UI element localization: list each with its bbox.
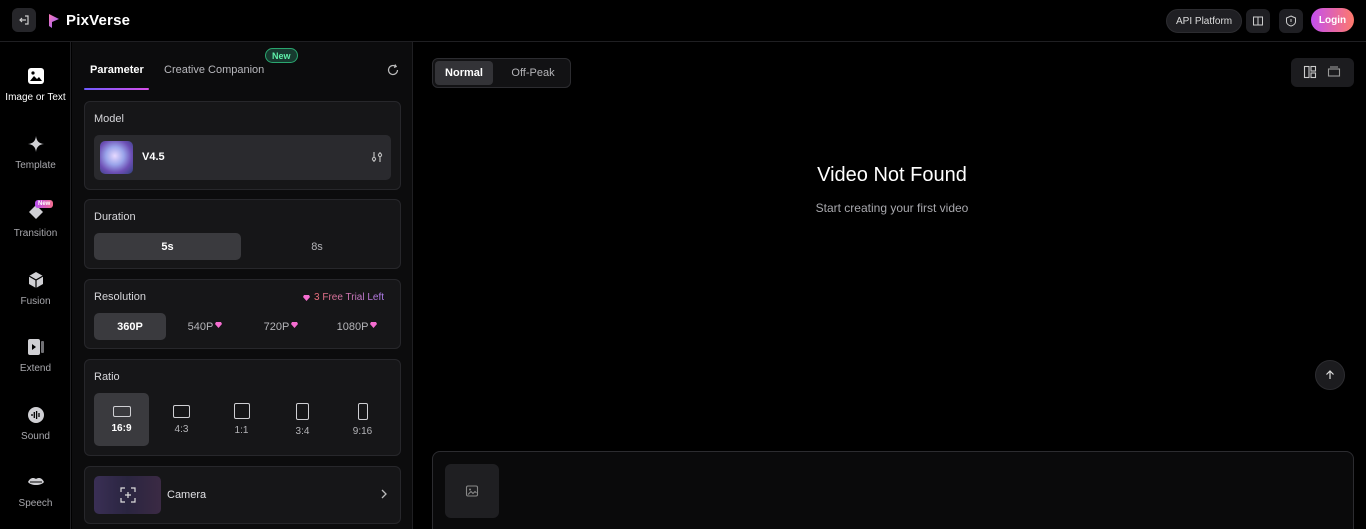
- ratio-9-16-icon: [357, 402, 368, 420]
- new-badge: New: [35, 200, 54, 208]
- extend-icon: [26, 337, 46, 357]
- gem-icon: [303, 294, 310, 301]
- ratio-option-3-4[interactable]: 3:4: [275, 393, 330, 446]
- mode-switch: Normal Off-Peak: [432, 58, 571, 88]
- resolution-option-720p[interactable]: 720P: [244, 313, 318, 340]
- gem-icon: [370, 321, 378, 328]
- list-layout-icon[interactable]: [1327, 65, 1341, 79]
- tab-parameter[interactable]: Parameter: [90, 64, 144, 76]
- panel-tabs: Parameter Creative Companion New: [72, 42, 413, 90]
- duration-option-5s[interactable]: 5s: [94, 233, 241, 260]
- active-tab-indicator: [84, 88, 149, 90]
- support-button[interactable]: [1279, 9, 1303, 33]
- camera-card[interactable]: Camera: [84, 466, 401, 524]
- ratio-option-9-16[interactable]: 9:16: [335, 393, 390, 446]
- shield-icon: [1286, 15, 1296, 27]
- resolution-option-1080p[interactable]: 1080P: [320, 313, 394, 340]
- nav-item-sound[interactable]: Sound: [0, 405, 71, 455]
- nav-item-speech[interactable]: Speech: [0, 472, 71, 522]
- focus-icon: [119, 487, 136, 503]
- model-card: Model V4.5: [84, 101, 401, 190]
- chevron-right-icon: [381, 489, 387, 499]
- sound-icon: [26, 405, 46, 425]
- docs-button[interactable]: [1246, 9, 1270, 33]
- nav-item-extend[interactable]: Extend: [0, 337, 71, 387]
- lips-icon: [26, 472, 46, 492]
- camera-thumbnail: [94, 476, 161, 514]
- grid-layout-icon[interactable]: [1303, 65, 1317, 79]
- ratio-4-3-icon: [173, 404, 190, 418]
- top-bar: PixVerse API Platform Login: [0, 0, 1366, 42]
- tab-creative-companion[interactable]: Creative Companion: [164, 64, 264, 76]
- gem-icon: [215, 321, 223, 328]
- free-trial-indicator: 3 Free Trial Left: [303, 292, 384, 303]
- empty-state-subtitle: Start creating your first video: [815, 201, 969, 215]
- cube-icon: [26, 270, 46, 290]
- duration-title: Duration: [94, 211, 136, 223]
- arrow-up-icon: [1326, 370, 1334, 379]
- pixverse-logo-icon: [49, 13, 59, 28]
- image-upload-icon: [465, 485, 479, 497]
- new-badge: New: [265, 48, 298, 63]
- nav-item-transition[interactable]: New Transition: [0, 200, 71, 252]
- ratio-option-4-3[interactable]: 4:3: [154, 393, 209, 446]
- ratio-3-4-icon: [296, 402, 309, 420]
- login-button[interactable]: Login: [1311, 8, 1354, 32]
- api-platform-button[interactable]: API Platform: [1166, 9, 1243, 33]
- brand-name: PixVerse: [66, 12, 131, 29]
- resolution-title: Resolution: [94, 291, 146, 303]
- upload-image-button[interactable]: [445, 464, 499, 518]
- model-name: V4.5: [142, 151, 165, 163]
- duration-card: Duration 5s 8s: [84, 199, 401, 269]
- parameter-panel: Parameter Creative Companion New Model V…: [72, 42, 413, 529]
- camera-label: Camera: [167, 489, 207, 501]
- model-thumbnail: [100, 141, 133, 174]
- ratio-1-1-icon: [233, 403, 250, 419]
- nav-item-fusion[interactable]: Fusion: [0, 270, 71, 320]
- model-selector[interactable]: V4.5: [94, 135, 391, 180]
- gem-icon: [291, 321, 299, 328]
- exit-button[interactable]: [12, 8, 36, 32]
- ratio-option-16-9[interactable]: 16:9: [94, 393, 149, 446]
- prompt-area: [432, 451, 1354, 529]
- sliders-icon[interactable]: [370, 150, 384, 164]
- model-title: Model: [94, 113, 124, 125]
- scroll-to-top-button[interactable]: [1315, 360, 1345, 390]
- ratio-card: Ratio 16:9 4:3 1:1 3:4 9:16: [84, 359, 401, 456]
- resolution-option-360p[interactable]: 360P: [94, 313, 166, 340]
- refresh-icon[interactable]: [386, 63, 400, 77]
- brand-logo[interactable]: PixVerse: [48, 12, 130, 29]
- ratio-title: Ratio: [94, 371, 120, 383]
- ratio-16-9-icon: [112, 405, 131, 417]
- mode-off-peak-button[interactable]: Off-Peak: [503, 61, 563, 85]
- empty-state-title: Video Not Found: [817, 164, 967, 186]
- resolution-option-540p[interactable]: 540P: [168, 313, 242, 340]
- resolution-card: Resolution 3 Free Trial Left 360P 540P 7…: [84, 279, 401, 349]
- ratio-option-1-1[interactable]: 1:1: [214, 393, 269, 446]
- nav-item-template[interactable]: Template: [0, 134, 71, 184]
- book-icon: [1253, 16, 1263, 26]
- nav-item-image-or-text[interactable]: Image or Text: [0, 66, 71, 116]
- duration-option-8s[interactable]: 8s: [243, 233, 391, 260]
- image-icon: [26, 66, 46, 86]
- left-nav: Image or Text Template New Transition Fu…: [0, 42, 71, 529]
- mode-normal-button[interactable]: Normal: [435, 61, 493, 85]
- sparkle-icon: [26, 134, 46, 154]
- exit-icon: [19, 15, 29, 25]
- layout-switch: [1291, 58, 1354, 87]
